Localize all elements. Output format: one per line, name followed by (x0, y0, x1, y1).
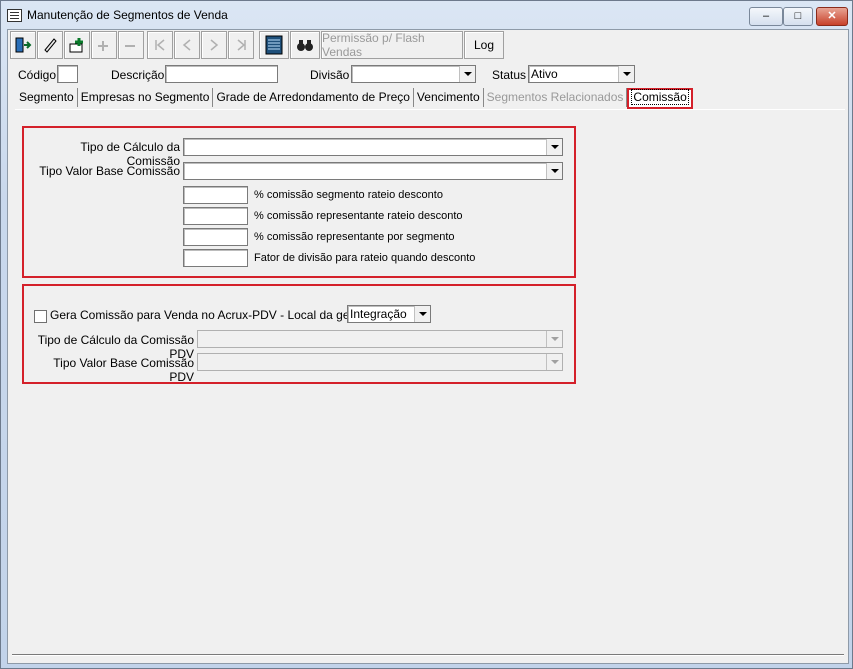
chevron-down-icon (546, 331, 562, 347)
edit-pencil-icon[interactable] (37, 31, 63, 59)
permissao-flash-vendas-button: Permissão p/ Flash Vendas (321, 31, 463, 59)
codigo-input[interactable] (57, 65, 78, 83)
tab-empresas-no-segmento[interactable]: Empresas no Segmento (78, 88, 214, 107)
log-button[interactable]: Log (464, 31, 504, 59)
tipo-calculo-select[interactable] (183, 138, 563, 156)
permissao-flash-vendas-label: Permissão p/ Flash Vendas (322, 31, 425, 59)
chevron-down-icon[interactable] (546, 139, 562, 155)
minimize-button[interactable]: – (749, 7, 783, 26)
pct-representante-rateio-label: % comissão representante rateio desconto (254, 210, 463, 222)
chevron-down-icon[interactable] (414, 306, 430, 322)
comissao-tab-page: Tipo de Cálculo da Comissão Tipo Valor B… (15, 109, 845, 650)
tipo-valor-base-pdv-select (197, 353, 563, 371)
divisao-select[interactable] (351, 65, 476, 83)
chevron-down-icon[interactable] (546, 163, 562, 179)
binoculars-search-icon[interactable] (290, 31, 320, 59)
pct-representante-segmento-label: % comissão representante por segmento (254, 231, 455, 243)
fator-divisao-label: Fator de divisão para rateio quando desc… (254, 252, 476, 264)
chevron-down-icon[interactable] (618, 66, 634, 82)
chevron-down-icon (546, 354, 562, 370)
chevron-down-icon[interactable] (459, 66, 475, 82)
client-area: Permissão p/ Flash Vendas Log Código Des… (7, 29, 849, 664)
form-icon (7, 9, 22, 22)
close-button[interactable]: ✕ (816, 7, 848, 26)
pdv-section: Gera Comissão para Venda no Acrux-PDV - … (22, 284, 576, 384)
copy-record-icon (91, 31, 117, 59)
tab-label: Comissão (631, 89, 689, 105)
last-record-icon (228, 31, 254, 59)
first-record-icon (147, 31, 173, 59)
tab-segmentos-relacionados: Segmentos Relacionados (484, 88, 628, 107)
tab-label: Vencimento (416, 90, 480, 104)
pct-representante-segmento-input[interactable] (183, 228, 248, 246)
toolbar: Permissão p/ Flash Vendas Log (10, 31, 846, 59)
tab-label: Segmento (19, 90, 74, 104)
divisao-label: Divisão (310, 68, 350, 82)
tab-comissao[interactable]: Comissão (627, 88, 693, 109)
delete-record-icon (118, 31, 144, 59)
gera-comissao-checkbox[interactable] (34, 310, 47, 323)
tab-label: Empresas no Segmento (80, 90, 210, 104)
tab-segmento[interactable]: Segmento (16, 88, 78, 107)
status-select[interactable]: Ativo (528, 65, 635, 83)
tipo-valor-base-pdv-label: Tipo Valor Base Comissão PDV (53, 356, 194, 384)
tab-label: Segmentos Relacionados (486, 90, 624, 104)
tipo-valor-base-select[interactable] (183, 162, 563, 180)
status-value: Ativo (531, 67, 558, 81)
tab-strip: Segmento Empresas no Segmento Grade de A… (16, 88, 693, 109)
maximize-button[interactable]: □ (783, 7, 813, 26)
app-window: Manutenção de Segmentos de Venda – □ ✕ P… (0, 0, 853, 669)
add-record-icon[interactable] (64, 31, 90, 59)
log-label: Log (473, 38, 495, 52)
pct-representante-rateio-input[interactable] (183, 207, 248, 225)
tab-vencimento[interactable]: Vencimento (414, 88, 484, 107)
comissao-section: Tipo de Cálculo da Comissão Tipo Valor B… (22, 126, 576, 278)
pct-segmento-rateio-label: % comissão segmento rateio desconto (254, 189, 443, 201)
next-record-icon (201, 31, 227, 59)
descricao-label: Descrição (111, 68, 165, 82)
gera-comissao-label: Gera Comissão para Venda no Acrux-PDV - … (50, 308, 380, 322)
tab-label: Grade de Arredondamento de Preço (216, 90, 410, 104)
pct-segmento-rateio-input[interactable] (183, 186, 248, 204)
tipo-valor-base-label: Tipo Valor Base Comissão (39, 164, 180, 178)
status-label: Status (492, 68, 527, 82)
local-geracao-value: Integração (350, 307, 407, 321)
previous-record-icon (174, 31, 200, 59)
tipo-calculo-pdv-select (197, 330, 563, 348)
list-grid-icon[interactable] (259, 31, 289, 59)
exit-door-icon[interactable] (10, 31, 36, 59)
fator-divisao-input[interactable] (183, 249, 248, 267)
descricao-input[interactable] (165, 65, 278, 83)
title-bar: Manutenção de Segmentos de Venda – □ ✕ (1, 1, 852, 29)
codigo-label: Código (18, 68, 57, 82)
tab-grade-arredondamento[interactable]: Grade de Arredondamento de Preço (213, 88, 414, 107)
status-divider (12, 654, 844, 655)
local-geracao-select[interactable]: Integração (347, 305, 431, 323)
window-title: Manutenção de Segmentos de Venda (27, 8, 228, 22)
